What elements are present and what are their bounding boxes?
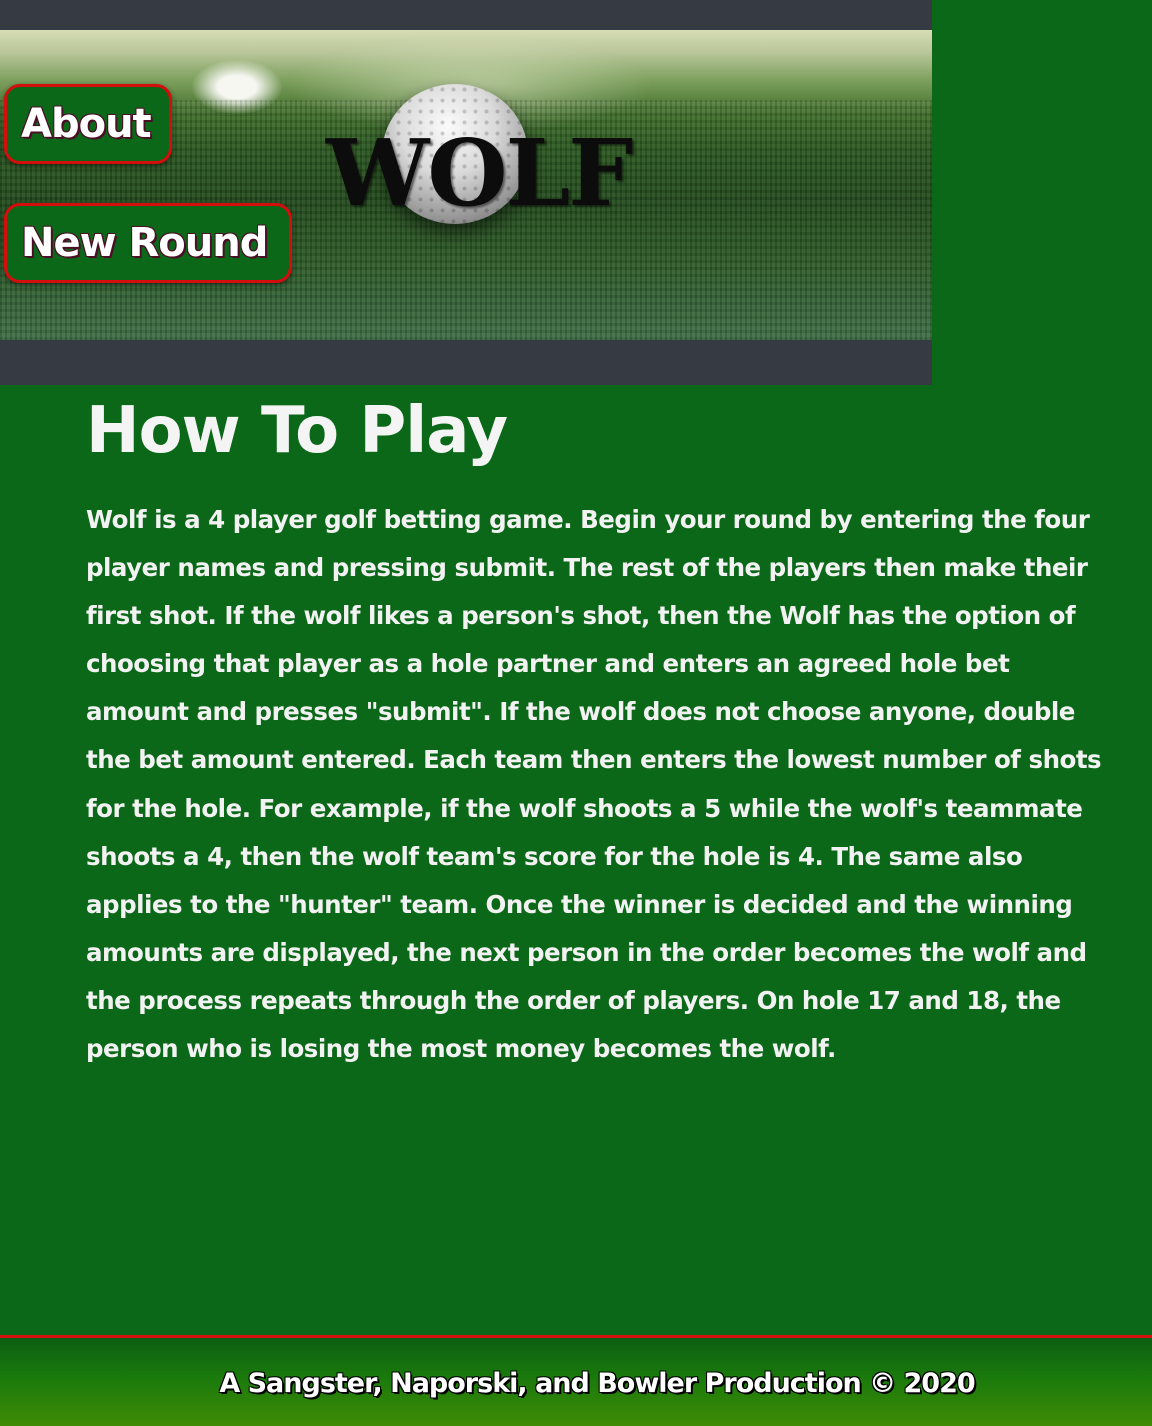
site-header: WOLF About New Round: [0, 0, 932, 385]
site-footer: A Sangster, Naporski, and Bowler Product…: [0, 1335, 1152, 1426]
about-button[interactable]: About: [4, 84, 172, 164]
instructions-text: Wolf is a 4 player golf betting game. Be…: [86, 505, 1102, 1064]
page-title: How To Play: [86, 394, 508, 468]
site-logo: WOLF: [326, 119, 633, 227]
footer-credit: A Sangster, Naporski, and Bowler Product…: [219, 1368, 975, 1399]
new-round-button[interactable]: New Round: [4, 203, 292, 283]
banner-image: WOLF: [0, 30, 932, 340]
